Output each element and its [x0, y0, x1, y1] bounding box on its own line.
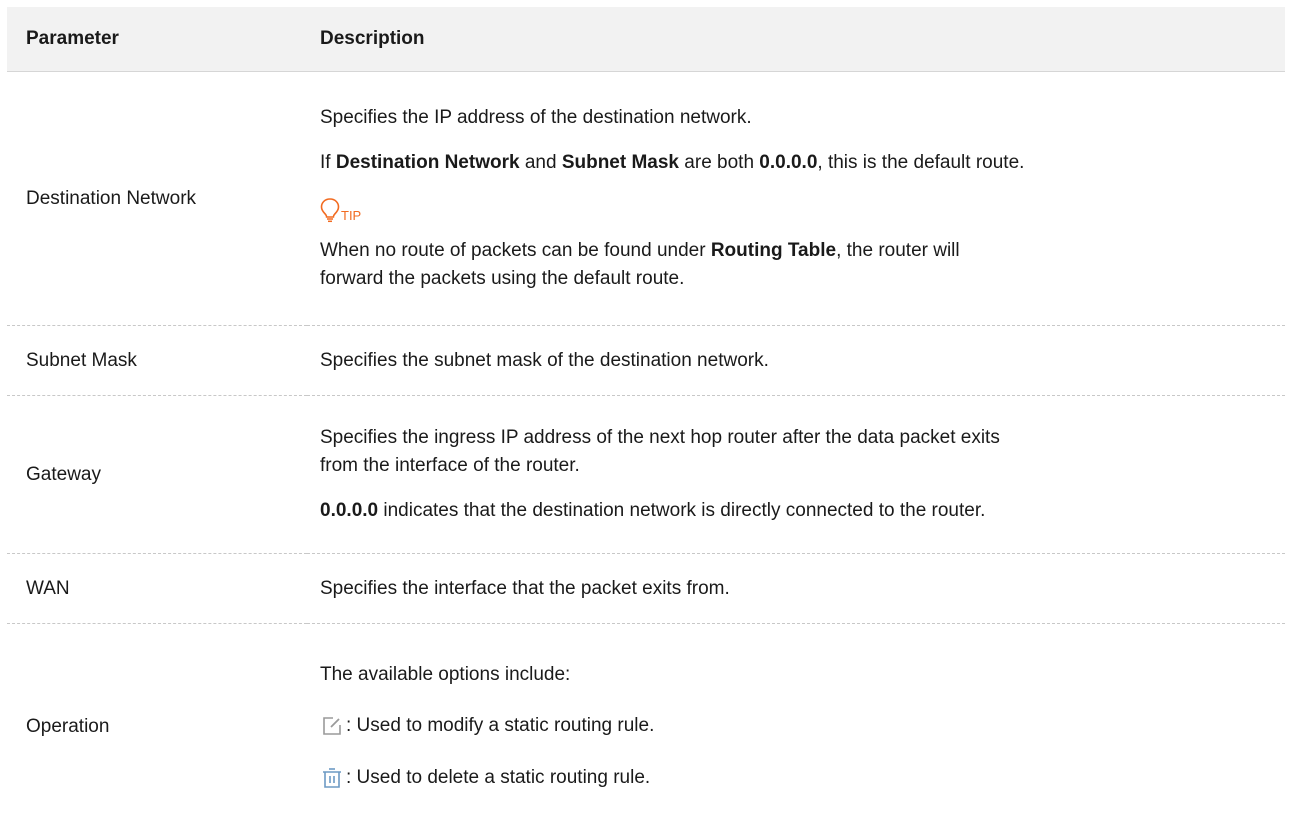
- edit-icon: [323, 716, 341, 735]
- param-desc-subnet-mask: Specifies the subnet mask of the destina…: [307, 325, 1285, 396]
- tip-callout: TIP: [320, 187, 1275, 223]
- lightbulb-icon: [320, 198, 340, 223]
- param-desc-operation: The available options include: : Used to…: [307, 624, 1285, 830]
- tip-label: TIP: [341, 208, 362, 223]
- param-name-subnet-mask: Subnet Mask: [7, 325, 307, 396]
- table-row-operation: Operation The available options include:…: [7, 624, 1285, 830]
- parameter-column-header: Parameter: [7, 7, 307, 72]
- table-header-row: Parameter Description: [7, 7, 1285, 72]
- desc-text: The available options include:: [320, 663, 571, 685]
- desc-text: Specifies the IP address of the destinat…: [320, 107, 752, 128]
- desc-text: Specifies the subnet mask of the destina…: [320, 349, 769, 371]
- desc-text: Specifies the ingress IP address of the …: [320, 427, 1000, 448]
- desc-text: : Used to delete a static routing rule.: [320, 763, 1275, 793]
- parameter-table: Parameter Description Destination Networ…: [7, 7, 1285, 830]
- param-desc-destination-network: Specifies the IP address of the destinat…: [307, 71, 1285, 326]
- param-name-wan: WAN: [7, 553, 307, 624]
- table-row-gateway: Gateway Specifies the ingress IP address…: [7, 395, 1285, 554]
- desc-text: : Used to modify a static routing rule.: [320, 711, 1275, 741]
- desc-text: When no route of packets can be found un…: [320, 240, 960, 261]
- table-row-destination-network: Destination Network Specifies the IP add…: [7, 71, 1285, 326]
- delete-icon: [323, 767, 341, 788]
- description-column-header: Description: [307, 7, 1285, 72]
- desc-text: Specifies the interface that the packet …: [320, 577, 730, 599]
- desc-text: forward the packets using the default ro…: [320, 268, 685, 289]
- param-name-operation: Operation: [26, 715, 110, 737]
- desc-text: If Destination Network and Subnet Mask a…: [320, 152, 1025, 173]
- param-name-destination-network: Destination Network: [7, 71, 307, 326]
- param-name-gateway: Gateway: [7, 395, 307, 554]
- desc-text: from the interface of the router.: [320, 455, 580, 476]
- param-desc-gateway: Specifies the ingress IP address of the …: [307, 395, 1285, 554]
- param-desc-wan: Specifies the interface that the packet …: [307, 553, 1285, 624]
- table-row-subnet-mask: Subnet Mask Specifies the subnet mask of…: [7, 325, 1285, 396]
- desc-text: 0.0.0.0 indicates that the destination n…: [320, 500, 986, 521]
- table-row-wan: WAN Specifies the interface that the pac…: [7, 553, 1285, 624]
